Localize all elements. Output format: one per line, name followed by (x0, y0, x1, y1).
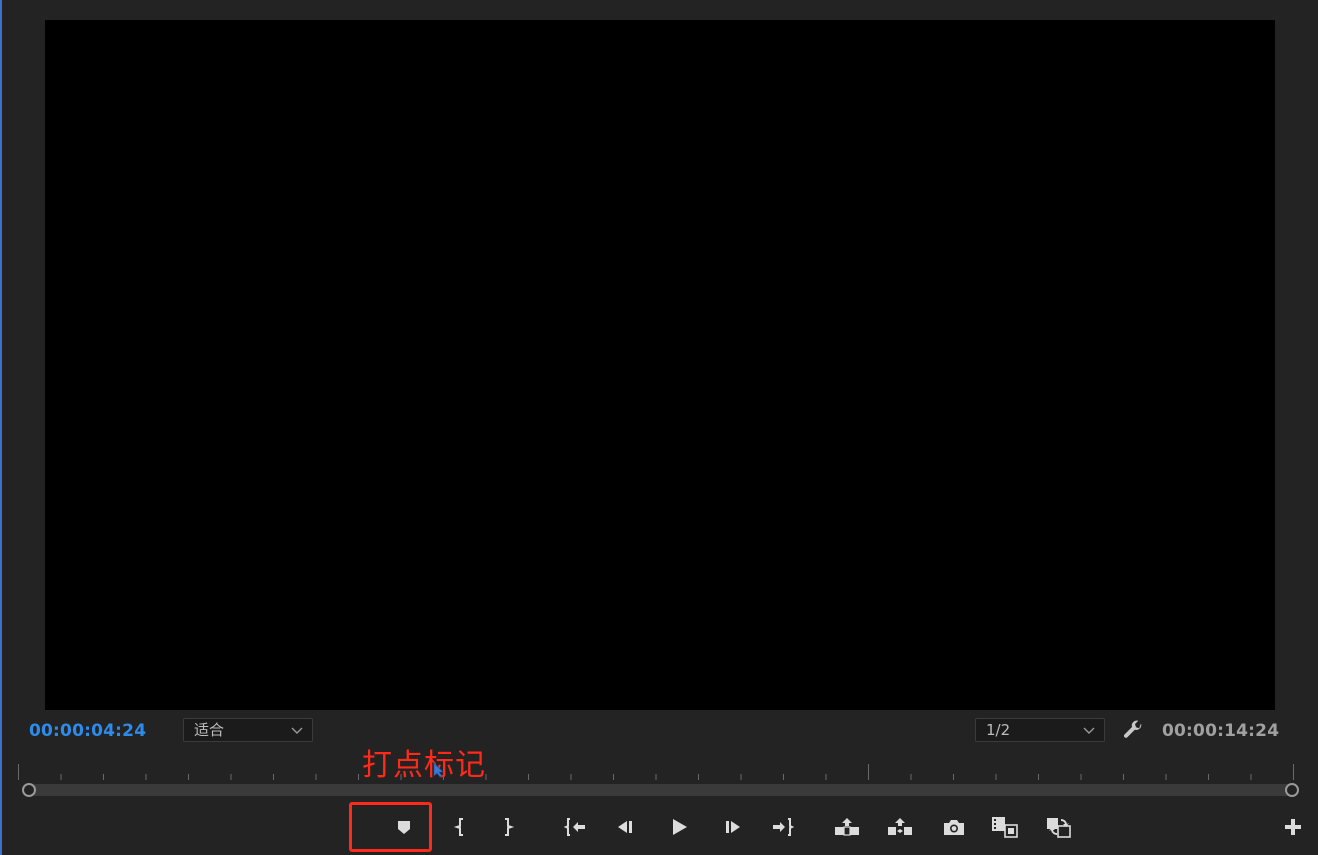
panel-left-edge (0, 0, 2, 855)
mark-out-button[interactable] (494, 813, 522, 841)
cursor-icon (433, 762, 444, 778)
annotation-label: 打点标记 (362, 748, 486, 783)
step-back-icon (618, 821, 632, 833)
chevron-down-icon (1083, 727, 1095, 734)
export-frame-icon (944, 820, 964, 835)
step-back-button[interactable] (612, 813, 640, 841)
zoom-scroll-bar[interactable] (30, 784, 1293, 796)
zoom-level-select[interactable]: 适合 (183, 718, 313, 742)
step-forward-icon (726, 821, 740, 833)
playback-resolution-select[interactable]: 1/2 (975, 718, 1105, 742)
chevron-down-icon (291, 727, 303, 734)
go-to-out-button[interactable] (769, 813, 797, 841)
go-to-out-icon (773, 818, 795, 836)
mark-out-icon (505, 818, 515, 836)
play-button[interactable] (665, 813, 693, 841)
plus-icon (1285, 819, 1301, 835)
playback-resolution-value: 1/2 (986, 721, 1011, 739)
current-timecode[interactable]: 00:00:04:24 (29, 721, 146, 741)
add-marker-icon (398, 821, 410, 834)
export-frame-button[interactable] (940, 813, 968, 841)
button-editor-button[interactable] (1279, 813, 1307, 841)
go-to-in-icon (563, 818, 585, 836)
duration-timecode: 00:00:14:24 (1162, 721, 1280, 741)
lift-icon (835, 818, 859, 836)
zoom-level-value: 适合 (194, 721, 225, 739)
add-marker-button[interactable] (390, 813, 418, 841)
zoom-scroll-right-handle[interactable] (1285, 783, 1299, 797)
mark-in-icon (453, 818, 463, 836)
play-icon (673, 819, 687, 835)
overwrite-button[interactable] (1045, 813, 1073, 841)
program-monitor-viewer[interactable] (45, 20, 1275, 710)
mark-in-button[interactable] (446, 813, 474, 841)
extract-icon (888, 818, 912, 835)
insert-button[interactable] (991, 813, 1019, 841)
insert-icon (992, 817, 1018, 838)
extract-button[interactable] (886, 813, 914, 841)
step-forward-button[interactable] (718, 813, 746, 841)
go-to-in-button[interactable] (561, 813, 589, 841)
wrench-settings-icon[interactable] (1121, 719, 1145, 743)
zoom-scroll-left-handle[interactable] (22, 783, 36, 797)
lift-button[interactable] (833, 813, 861, 841)
time-ruler[interactable] (18, 760, 1298, 784)
overwrite-icon (1047, 818, 1071, 838)
